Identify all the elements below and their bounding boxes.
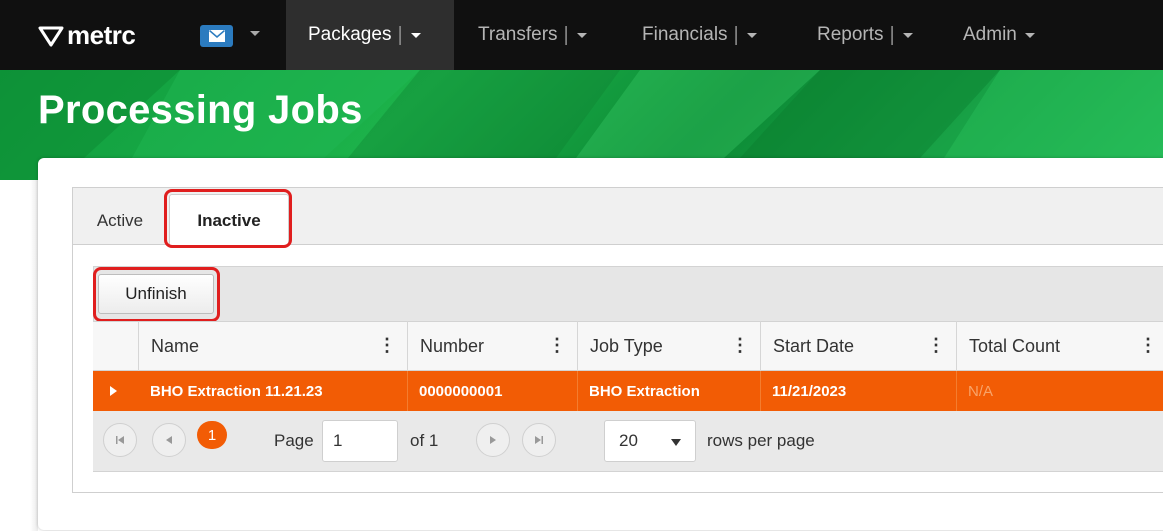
highlight-inactive-tab xyxy=(164,189,292,248)
page-title: Processing Jobs xyxy=(38,88,363,132)
next-page-icon[interactable] xyxy=(476,423,510,457)
column-menu-icon[interactable]: ⋮ xyxy=(1139,335,1157,356)
nav-financials-label: Financials xyxy=(642,24,728,45)
nav-reports-label: Reports xyxy=(817,24,884,45)
chevron-down-icon xyxy=(746,32,757,38)
rows-per-page-select[interactable]: 20 xyxy=(604,420,696,462)
page-number-input[interactable]: 1 xyxy=(322,420,398,462)
column-menu-icon[interactable]: ⋮ xyxy=(731,335,749,356)
panel-shadow xyxy=(30,180,38,531)
cell-start-date: 11/21/2023 xyxy=(761,371,957,411)
chevron-down-icon xyxy=(410,32,421,38)
cell-total-count: N/A xyxy=(968,382,994,400)
first-page-icon[interactable] xyxy=(103,423,137,457)
column-header-number[interactable]: Number ⋮ xyxy=(408,321,578,371)
column-menu-icon[interactable]: ⋮ xyxy=(548,335,566,356)
rows-per-page-value: 20 xyxy=(619,431,638,450)
tab-active[interactable]: Active xyxy=(80,200,160,242)
nav-admin[interactable]: Admin xyxy=(963,0,1035,70)
nav-transfers-label: Transfers xyxy=(478,24,558,45)
column-header-label: Name xyxy=(151,335,200,356)
nav-packages[interactable]: Packages | xyxy=(286,0,454,70)
column-header-label: Job Type xyxy=(590,335,663,356)
cell-job-type: BHO Extraction xyxy=(578,371,761,411)
rows-per-page-label: rows per page xyxy=(707,431,815,450)
metrc-logo-icon xyxy=(38,26,64,46)
highlight-unfinish-button xyxy=(93,267,220,322)
nav-packages-label: Packages xyxy=(308,24,392,45)
logo-text: metrc xyxy=(67,20,136,50)
previous-page-icon[interactable] xyxy=(152,423,186,457)
nav-reports[interactable]: Reports | xyxy=(817,0,913,70)
column-header-job-type[interactable]: Job Type ⋮ xyxy=(578,321,761,371)
chevron-down-icon xyxy=(902,32,913,38)
column-header-expander xyxy=(93,321,139,371)
nav-separator: | xyxy=(563,23,569,46)
expand-row-icon[interactable] xyxy=(110,386,117,396)
page-total-label: of 1 xyxy=(410,431,439,450)
chevron-down-icon xyxy=(671,439,681,446)
cell-name: BHO Extraction 11.21.23 xyxy=(139,371,408,411)
page-label: Page xyxy=(274,431,314,450)
nav-separator: | xyxy=(889,23,895,46)
column-header-label: Total Count xyxy=(969,335,1061,356)
current-page-badge[interactable]: 1 xyxy=(197,421,227,449)
nav-separator: | xyxy=(733,23,739,46)
nav-financials[interactable]: Financials | xyxy=(642,0,757,70)
column-header-total-count[interactable]: Total Count ⋮ xyxy=(957,321,1163,371)
chevron-down-icon xyxy=(576,32,587,38)
chevron-down-icon xyxy=(1024,32,1035,38)
messages-dropdown-caret-icon[interactable] xyxy=(250,31,260,36)
metrc-logo[interactable]: metrc xyxy=(38,20,136,51)
column-header-label: Number xyxy=(420,335,485,356)
nav-transfers[interactable]: Transfers | xyxy=(478,0,587,70)
column-header-label: Start Date xyxy=(773,335,855,356)
nav-separator: | xyxy=(397,23,403,46)
column-menu-icon[interactable]: ⋮ xyxy=(378,335,396,356)
nav-admin-label: Admin xyxy=(963,24,1017,45)
cell-number: 0000000001 xyxy=(408,371,578,411)
envelope-icon xyxy=(208,30,225,42)
messages-button[interactable] xyxy=(200,25,233,47)
column-menu-icon[interactable]: ⋮ xyxy=(927,335,945,356)
last-page-icon[interactable] xyxy=(522,423,556,457)
column-header-name[interactable]: Name ⋮ xyxy=(139,321,408,371)
column-header-start-date[interactable]: Start Date ⋮ xyxy=(761,321,957,371)
